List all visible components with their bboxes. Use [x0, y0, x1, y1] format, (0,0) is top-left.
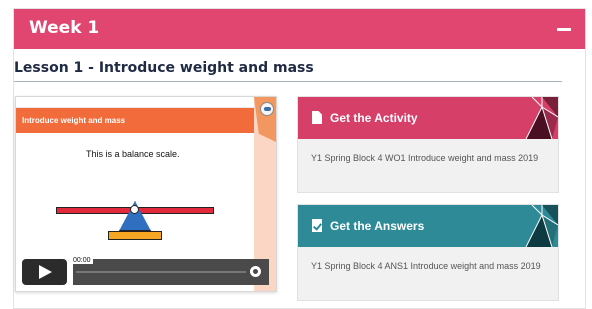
- week-title: Week 1: [29, 18, 100, 38]
- answers-card[interactable]: Get the Answers Y1 Spring Block 4 ANS1 I…: [297, 204, 559, 301]
- time-readout: 00:00: [71, 257, 93, 264]
- divider: [14, 81, 562, 82]
- answers-label: Get the Answers: [330, 219, 425, 233]
- logo-icon: [260, 102, 274, 116]
- progress-bar[interactable]: [76, 271, 246, 273]
- week-header[interactable]: Week 1: [14, 9, 585, 49]
- lesson-title: Lesson 1 - Introduce weight and mass: [14, 60, 314, 76]
- slide-banner: Introduce weight and mass: [16, 107, 254, 133]
- check-document-icon: [312, 219, 322, 232]
- slide-text: This is a balance scale.: [86, 149, 180, 159]
- activity-label: Get the Activity: [330, 111, 418, 125]
- geometric-decoration-icon: [525, 205, 558, 247]
- activity-card[interactable]: Get the Activity Y1 Spring Block 4 WO1 I…: [297, 96, 559, 193]
- answers-description: Y1 Spring Block 4 ANS1 Introduce weight …: [311, 261, 541, 271]
- get-activity-button[interactable]: Get the Activity: [298, 97, 558, 139]
- play-button[interactable]: [22, 259, 67, 285]
- scale-pivot: [130, 205, 139, 214]
- geometric-decoration-icon: [525, 97, 558, 139]
- answers-body: Y1 Spring Block 4 ANS1 Introduce weight …: [298, 247, 558, 300]
- activity-body: Y1 Spring Block 4 WO1 Introduce weight a…: [298, 139, 558, 192]
- document-icon: [312, 111, 322, 124]
- scale-base: [108, 231, 162, 240]
- video-player[interactable]: Introduce weight and mass This is a bala…: [15, 96, 277, 292]
- activity-description: Y1 Spring Block 4 WO1 Introduce weight a…: [311, 153, 539, 163]
- slide-banner-text: Introduce weight and mass: [22, 116, 126, 125]
- minus-icon[interactable]: [557, 28, 571, 31]
- gear-icon[interactable]: [250, 266, 261, 277]
- get-answers-button[interactable]: Get the Answers: [298, 205, 558, 247]
